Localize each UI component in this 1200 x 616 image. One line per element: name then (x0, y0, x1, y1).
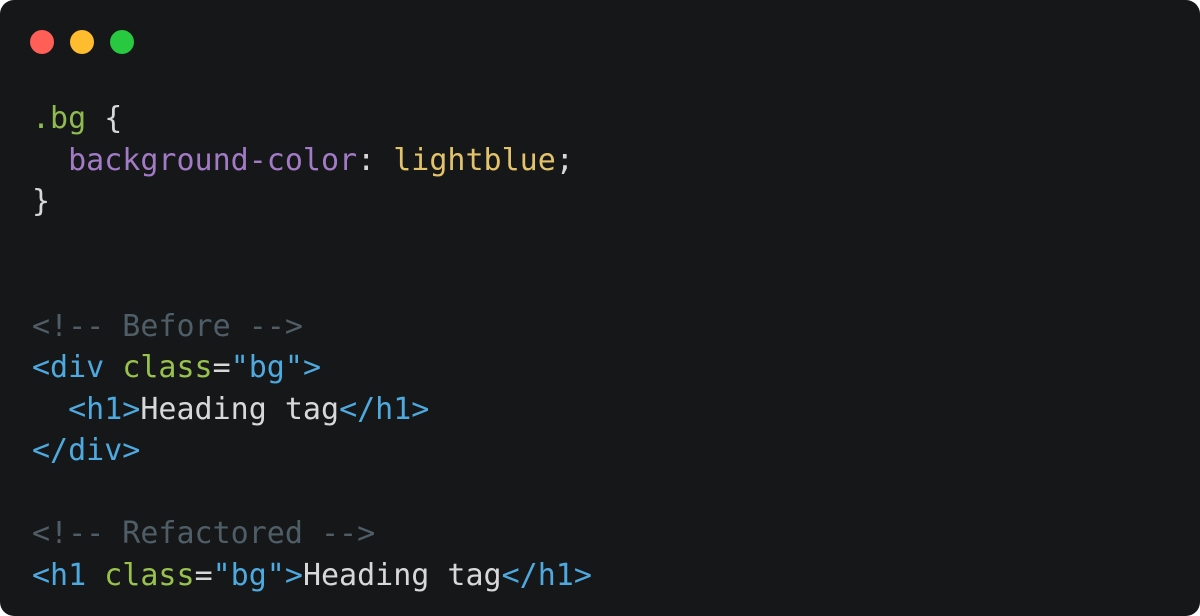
code-line-6: <!-- Before --> (32, 306, 592, 348)
h1-open-tag: <h1 (32, 557, 87, 593)
h1-open-tag: <h1> (68, 391, 141, 427)
class-value: "bg" (230, 350, 303, 385)
brace-open: { (86, 101, 123, 136)
code-line-8: <h1>Heading tag</h1> (32, 389, 592, 431)
heading-text: Heading tag (140, 391, 340, 427)
h1-close-tag: </h1> (501, 557, 592, 593)
css-property: background-color (68, 142, 358, 178)
close-button[interactable] (30, 30, 54, 54)
code-line-1: .bg { (32, 98, 592, 140)
code-line-12: <h1 class="bg">Heading tag</h1> (32, 555, 592, 597)
html-comment-refactored: <!-- Refactored --> (32, 516, 376, 551)
div-open-tag: <div (32, 350, 105, 385)
h1-close-tag: </h1> (339, 391, 430, 427)
code-window: .bg { background-color: lightblue;} <!-- … (0, 0, 1200, 616)
css-value: lightblue (393, 142, 556, 178)
brace-close: } (32, 184, 51, 219)
heading-text: Heading tag (302, 557, 502, 593)
minimize-button[interactable] (70, 30, 94, 54)
css-selector: .bg (32, 101, 87, 136)
code-line-11: <!-- Refactored --> (32, 513, 592, 555)
class-attribute: class (104, 557, 195, 593)
window-titlebar (0, 0, 1200, 84)
code-line-2: background-color: lightblue; (32, 140, 592, 182)
html-comment-before: <!-- Before --> (32, 308, 303, 344)
maximize-button[interactable] (110, 30, 134, 54)
code-block: .bg { background-color: lightblue;} <!-- … (32, 98, 592, 596)
semicolon: ; (555, 142, 574, 178)
equals-sign: = (212, 350, 231, 385)
tag-close-bracket: > (284, 557, 303, 593)
tag-close-bracket: > (302, 350, 321, 385)
code-line-7: <div class="bg"> (32, 347, 592, 389)
class-value: "bg" (212, 557, 285, 593)
code-line-3: } (32, 181, 592, 223)
code-line-9: </div> (32, 430, 592, 472)
class-attribute: class (122, 350, 213, 385)
equals-sign: = (194, 557, 213, 593)
colon: : (357, 142, 394, 178)
div-close-tag: </div> (32, 433, 141, 468)
